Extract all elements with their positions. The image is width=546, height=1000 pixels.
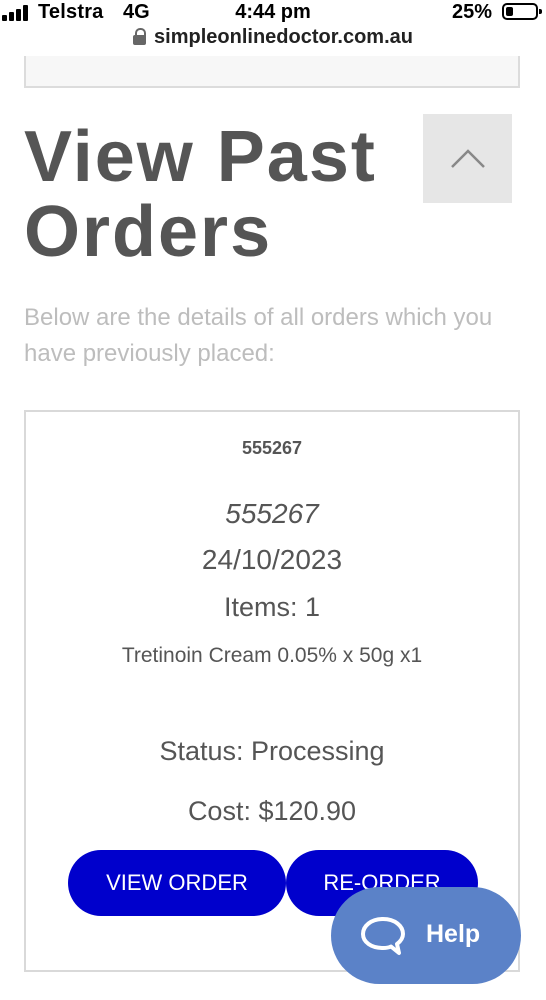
help-button[interactable]: Help — [331, 887, 521, 984]
chat-bubble-icon — [361, 917, 405, 955]
battery-percentage: 25% — [452, 1, 493, 23]
url-text: simpleonlinedoctor.com.au — [154, 26, 413, 48]
view-order-button[interactable]: VIEW ORDER — [68, 850, 286, 916]
chevron-up-icon — [451, 149, 485, 168]
previous-card-bottom — [24, 56, 520, 88]
order-product: Tretinoin Cream 0.05% x 50g x1 — [121, 644, 423, 667]
intro-text: Below are the details of all orders whic… — [24, 304, 493, 367]
battery-icon — [502, 3, 542, 20]
help-label: Help — [426, 920, 481, 948]
order-id-heading: 555267 — [241, 438, 303, 458]
order-status: Status: Processing — [159, 736, 385, 766]
status-bar: Telstra 4G 4:44 pm 25% — [0, 0, 546, 26]
page-title: View Past Orders — [24, 117, 377, 272]
order-id: 555267 — [225, 498, 319, 529]
lock-icon — [133, 28, 147, 45]
collapse-button[interactable] — [423, 114, 512, 203]
order-items-count: Items: 1 — [223, 592, 321, 622]
order-date: 24/10/2023 — [201, 544, 343, 575]
order-cost: Cost: $120.90 — [187, 796, 357, 826]
